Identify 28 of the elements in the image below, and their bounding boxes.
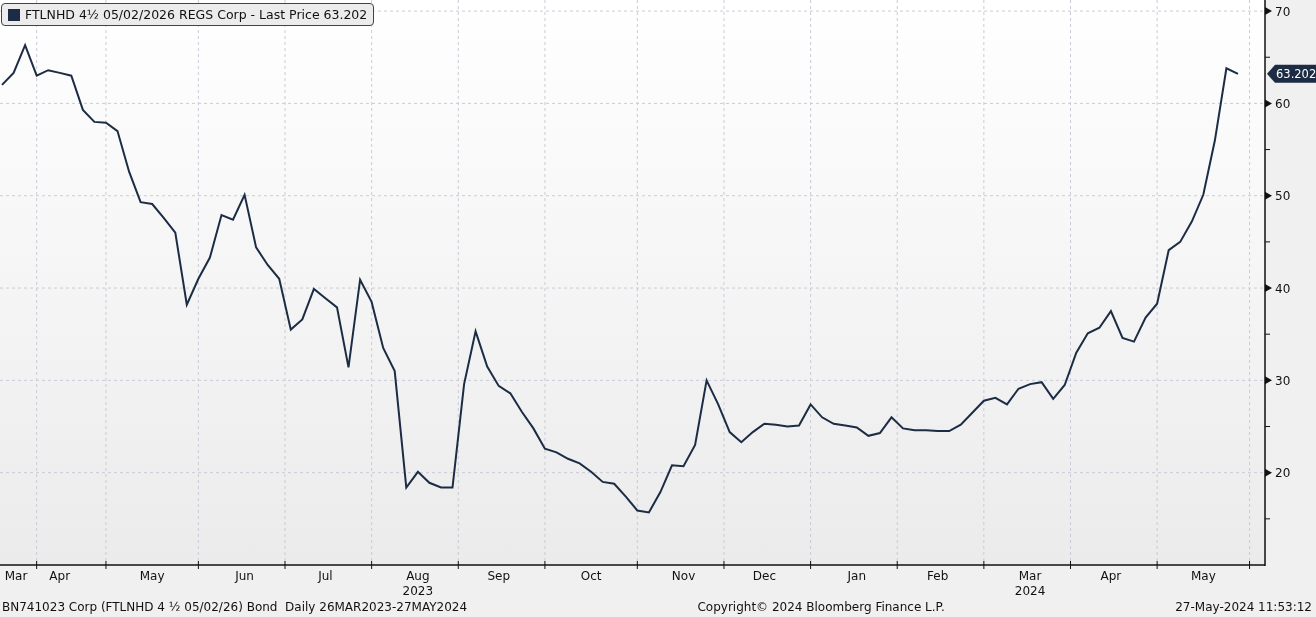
month-label: May <box>139 569 165 583</box>
month-label: Mar <box>4 569 28 583</box>
last-price-tag: 63.202 <box>1267 64 1316 83</box>
y-tick-label: 50 <box>1275 189 1291 204</box>
month-label: Aug <box>406 569 430 583</box>
month-label: Apr <box>49 569 71 583</box>
timestamp: 27-May-2024 11:53:12 <box>1175 599 1312 614</box>
copyright-text: Copyright© 2024 Bloomberg Finance L.P. <box>697 599 945 614</box>
month-label: Mar <box>1018 569 1042 583</box>
y-tick-label: 20 <box>1275 466 1291 481</box>
month-label: Feb <box>927 569 949 583</box>
year-label: 2023 <box>402 584 434 596</box>
month-label: Jul <box>318 569 333 583</box>
y-tick-label: 60 <box>1275 96 1291 111</box>
month-label: Apr <box>1100 569 1122 583</box>
month-label: Jan <box>847 569 867 583</box>
legend-label: FTLNHD 4½ 05/02/2026 REGS Corp - Last Price 63.202 <box>25 7 368 22</box>
month-label: Dec <box>752 569 776 583</box>
month-label: Jun <box>235 569 254 583</box>
month-label: Oct <box>580 569 602 583</box>
y-tick-label: 40 <box>1275 281 1291 296</box>
year-label: 2024 <box>1014 584 1046 596</box>
month-label: May <box>1190 569 1216 583</box>
footer-description: BN741023 Corp (FTLNHD 4 ½ 05/02/26) Bond Daily 26MAR2023-27MAY2024 <box>2 599 468 614</box>
month-label: Nov <box>671 569 696 583</box>
y-tick-label: 30 <box>1275 373 1291 388</box>
y-tick-label: 70 <box>1275 4 1291 19</box>
month-label: Sep <box>487 569 510 583</box>
